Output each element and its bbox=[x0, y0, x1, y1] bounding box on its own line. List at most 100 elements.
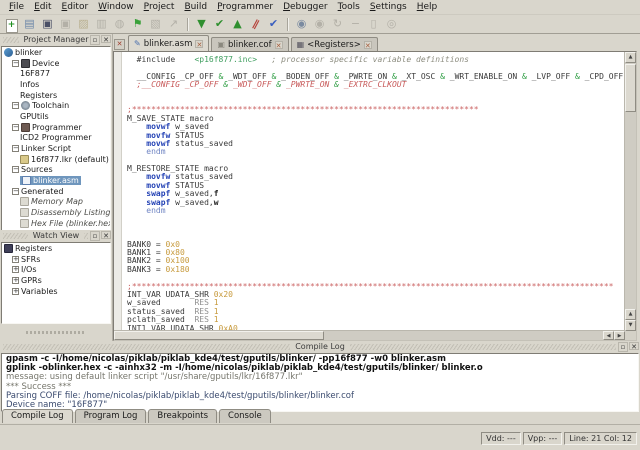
menu-window[interactable]: Window bbox=[93, 1, 139, 13]
watch-view-header[interactable]: Watch View ▫ ✕ bbox=[0, 230, 112, 242]
tool-icon[interactable]: ▧ bbox=[147, 16, 164, 32]
editor-icon-border[interactable] bbox=[114, 52, 122, 331]
vertical-scrollbar[interactable]: ▲ ▲ ▼ bbox=[624, 52, 636, 331]
tree-item-16f877[interactable]: 16F877 bbox=[2, 68, 110, 79]
restart-icon[interactable]: ↻ bbox=[329, 16, 346, 32]
erase-icon[interactable]: ▥ bbox=[93, 16, 110, 32]
project-manager-close-button[interactable]: ✕ bbox=[101, 35, 111, 43]
flag-icon[interactable]: ⚑ bbox=[129, 16, 146, 32]
compile-log-header[interactable]: Compile Log ▫ ✕ bbox=[0, 341, 640, 353]
tree-item-i-os[interactable]: +I/Os bbox=[2, 264, 110, 275]
pause-icon[interactable]: ◎ bbox=[383, 16, 400, 32]
scroll-up-icon[interactable]: ▲ bbox=[625, 52, 636, 63]
save-file-icon[interactable]: ▣ bbox=[39, 16, 56, 32]
log-tab-program-log[interactable]: Program Log bbox=[75, 409, 147, 423]
tab-blinker-cof[interactable]: ▣blinker.cof✕ bbox=[211, 37, 288, 51]
save-all-icon[interactable]: ▣ bbox=[57, 16, 74, 32]
collapse-icon[interactable]: − bbox=[12, 188, 19, 195]
collapse-icon[interactable]: − bbox=[12, 102, 19, 109]
tree-item-sources[interactable]: −Sources bbox=[2, 165, 110, 176]
tab-registers[interactable]: ▦<Registers>✕ bbox=[291, 37, 378, 51]
tab-close-icon[interactable]: ✕ bbox=[364, 41, 372, 49]
collapse-icon[interactable]: − bbox=[12, 166, 19, 173]
tree-item-hex-file-blinker-hex[interactable]: Hex File (blinker.hex) bbox=[2, 218, 110, 229]
program-device-icon[interactable]: ✔ bbox=[265, 16, 282, 32]
tree-item-infos[interactable]: Infos bbox=[2, 79, 110, 90]
run-icon[interactable]: ◉ bbox=[293, 16, 310, 32]
menu-debugger[interactable]: Debugger bbox=[278, 1, 333, 13]
log-tab-compile-log[interactable]: Compile Log bbox=[2, 409, 73, 423]
tree-item-device[interactable]: −Device bbox=[2, 58, 110, 69]
close-document-button[interactable]: ✕ bbox=[114, 39, 125, 50]
tree-item-gputils[interactable]: GPUtils bbox=[2, 111, 110, 122]
tab-close-icon[interactable]: ✕ bbox=[195, 40, 203, 48]
project-manager-tree[interactable]: blinker−Device16F877InfosRegisters−Toolc… bbox=[1, 46, 111, 231]
build-config-icon[interactable]: ▨ bbox=[75, 16, 92, 32]
tree-item-programmer[interactable]: −Programmer bbox=[2, 122, 110, 133]
menu-editor[interactable]: Editor bbox=[57, 1, 94, 13]
scroll-right-icon[interactable]: ▶ bbox=[614, 331, 625, 340]
scroll-left-icon[interactable]: ◀ bbox=[603, 331, 614, 340]
scroll-up-icon[interactable]: ▲ bbox=[625, 309, 636, 320]
watch-view-tree[interactable]: Registers+SFRs+I/Os+GPRs+Variables bbox=[1, 242, 111, 324]
tree-item-variables[interactable]: +Variables bbox=[2, 286, 110, 297]
menu-file[interactable]: File bbox=[4, 1, 29, 13]
compile-log-close-button[interactable]: ✕ bbox=[629, 342, 639, 350]
new-file-icon[interactable]: + bbox=[3, 16, 20, 32]
clean-project-icon[interactable]: ▲ bbox=[229, 16, 246, 32]
tree-item-sfrs[interactable]: +SFRs bbox=[2, 254, 110, 265]
expand-icon[interactable]: + bbox=[12, 277, 19, 284]
expand-icon[interactable]: + bbox=[12, 256, 19, 263]
collapse-icon[interactable]: − bbox=[12, 145, 19, 152]
menu-edit[interactable]: Edit bbox=[29, 1, 56, 13]
step-icon[interactable]: − bbox=[347, 16, 364, 32]
log-tab-console[interactable]: Console bbox=[219, 409, 271, 423]
compile-log-output[interactable]: gpasm -c -I/home/nicolas/piklab/piklab_k… bbox=[1, 353, 639, 412]
expand-icon[interactable]: + bbox=[12, 288, 19, 295]
connect-icon[interactable]: ∥ bbox=[247, 16, 264, 32]
watch-view-float-button[interactable]: ▫ bbox=[90, 231, 100, 241]
project-manager-header[interactable]: Project Manager ▫ ✕ bbox=[0, 34, 112, 46]
menu-tools[interactable]: Tools bbox=[333, 1, 365, 13]
tree-item-gprs[interactable]: +GPRs bbox=[2, 275, 110, 286]
horizontal-scrollbar[interactable]: ◀ ▶ bbox=[114, 330, 625, 340]
menu-programmer[interactable]: Programmer bbox=[212, 1, 278, 13]
menu-settings[interactable]: Settings bbox=[365, 1, 412, 13]
jump-icon[interactable]: ↗ bbox=[165, 16, 182, 32]
chip-icon[interactable]: ▯ bbox=[365, 16, 382, 32]
log-tab-breakpoints[interactable]: Breakpoints bbox=[148, 409, 217, 423]
tree-item-linker-script[interactable]: −Linker Script bbox=[2, 143, 110, 154]
tree-item-blinker-asm[interactable]: blinker.asm bbox=[2, 175, 110, 186]
tree-item-toolchain[interactable]: −Toolchain bbox=[2, 100, 110, 111]
tree-item-registers[interactable]: Registers bbox=[2, 90, 110, 101]
scroll-down-icon[interactable]: ▼ bbox=[625, 320, 636, 331]
tree-item-memory-map[interactable]: Memory Map bbox=[2, 197, 110, 208]
expand-icon[interactable]: + bbox=[12, 266, 19, 273]
tree-item-blinker[interactable]: blinker bbox=[2, 47, 110, 58]
horizontal-scroll-thumb[interactable] bbox=[114, 331, 324, 340]
menu-project[interactable]: Project bbox=[139, 1, 180, 13]
build-project-icon[interactable]: ✔ bbox=[211, 16, 228, 32]
project-manager-float-button[interactable]: ▫ bbox=[90, 35, 100, 45]
tree-item-registers[interactable]: Registers bbox=[2, 243, 110, 254]
compile-file-icon[interactable]: ▼ bbox=[193, 16, 210, 32]
stop-icon[interactable]: ◉ bbox=[311, 16, 328, 32]
code-area[interactable]: #include <p16f877.inc> ; processor speci… bbox=[122, 52, 625, 331]
menu-build[interactable]: Build bbox=[179, 1, 212, 13]
compile-log-float-button[interactable]: ▫ bbox=[618, 342, 628, 352]
browse-icon[interactable]: ◍ bbox=[111, 16, 128, 32]
vertical-scroll-thumb[interactable] bbox=[625, 64, 636, 112]
tree-item-icd2-programmer[interactable]: ICD2 Programmer bbox=[2, 133, 110, 144]
collapse-icon[interactable]: − bbox=[12, 124, 19, 131]
tree-item-16f877-lkr-default[interactable]: 16f877.lkr (default) bbox=[2, 154, 110, 165]
menu-help[interactable]: Help bbox=[412, 1, 443, 13]
tab-close-icon[interactable]: ✕ bbox=[275, 41, 283, 49]
tree-item-generated[interactable]: −Generated bbox=[2, 186, 110, 197]
panel-resize-grip[interactable] bbox=[26, 331, 84, 334]
tab-label: blinker.asm bbox=[144, 39, 193, 49]
collapse-icon[interactable]: − bbox=[12, 60, 19, 67]
watch-view-close-button[interactable]: ✕ bbox=[101, 231, 111, 239]
tree-item-disassembly-listing[interactable]: Disassembly Listing bbox=[2, 207, 110, 218]
tab-blinker-asm[interactable]: ✎blinker.asm✕ bbox=[128, 35, 209, 51]
open-file-icon[interactable]: ▤ bbox=[21, 16, 38, 32]
